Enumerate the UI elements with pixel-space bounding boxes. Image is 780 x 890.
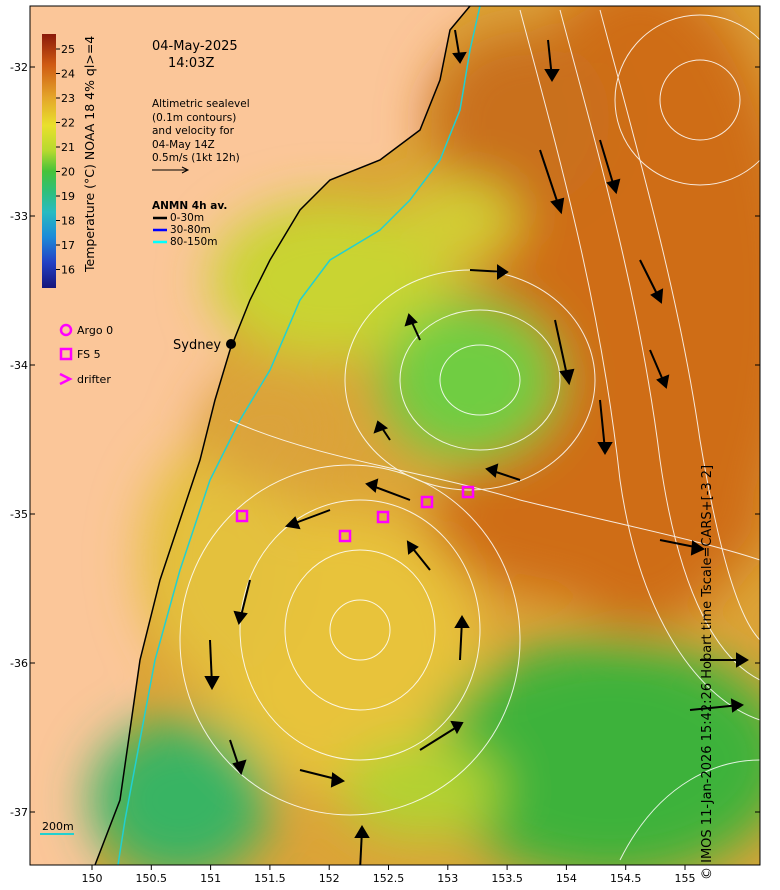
imos-stamp: © IMOS 11-Jan-2026 15:42:26 Hobart time …: [700, 464, 715, 880]
colorbar-tick-label: 23: [61, 92, 75, 105]
anmn-label-0-30: 0-30m: [170, 212, 205, 224]
anmn-label-80-150: 80-150m: [170, 236, 218, 248]
colorbar-tick-label: 16: [61, 264, 75, 277]
colorbar-tick-label: 19: [61, 190, 75, 203]
date-label: 04-May-2025: [152, 39, 238, 54]
x-tick-label: 151.5: [254, 872, 286, 885]
colorbar-tick-label: 22: [61, 117, 75, 130]
x-tick-label: 150: [82, 872, 103, 885]
colorbar-label: Temperature (°C) NOAA 18 4% ql>=4: [82, 35, 97, 272]
y-tick-label: -34: [10, 359, 28, 372]
legend-drifter-label: drifter: [77, 373, 111, 386]
sst-map: 25 24 23 22 21 20 19 18 17 16 150 150.5 151 151.5 152…: [10, 5, 761, 885]
x-tick-label: 152: [319, 872, 340, 885]
anmn-legend-title: ANMN 4h av.: [152, 200, 228, 212]
city-label-sydney: Sydney: [173, 338, 222, 353]
colorbar-tick-label: 17: [61, 239, 75, 252]
x-tick-label: 155: [675, 872, 696, 885]
y-tick-label: -33: [10, 210, 28, 223]
legend-fs-label: FS 5: [77, 348, 101, 361]
colorbar-tick-label: 21: [61, 141, 75, 154]
x-tick-label: 153.5: [491, 872, 523, 885]
x-tick-label: 152.5: [373, 872, 405, 885]
time-label: 14:03Z: [168, 56, 215, 71]
x-tick-label: 150.5: [136, 872, 168, 885]
x-tick-label: 153: [437, 872, 458, 885]
colorbar-tick-label: 24: [61, 68, 75, 81]
x-tick-label: 154.5: [610, 872, 642, 885]
colorbar-tick-label: 18: [61, 215, 75, 228]
altimetry-note: Altimetric sealevel (0.1m contours) and …: [152, 98, 250, 164]
y-tick-label: -32: [10, 61, 28, 74]
legend-argo-label: Argo 0: [77, 324, 114, 337]
sydney-marker: [226, 339, 236, 349]
y-tick-label: -37: [10, 806, 28, 819]
y-tick-label: -36: [10, 657, 28, 670]
colorbar-tick-label: 20: [61, 166, 75, 179]
isobath-scale-label: 200m: [42, 820, 74, 833]
y-tick-label: -35: [10, 508, 28, 521]
x-axis: 150 150.5 151 151.5 152 152.5 153 153.5 154 154.5…: [82, 865, 696, 885]
colorbar-tick-label: 25: [61, 43, 75, 56]
x-tick-label: 151: [200, 872, 221, 885]
anmn-label-30-80: 30-80m: [170, 224, 211, 236]
x-tick-label: 154: [556, 872, 577, 885]
